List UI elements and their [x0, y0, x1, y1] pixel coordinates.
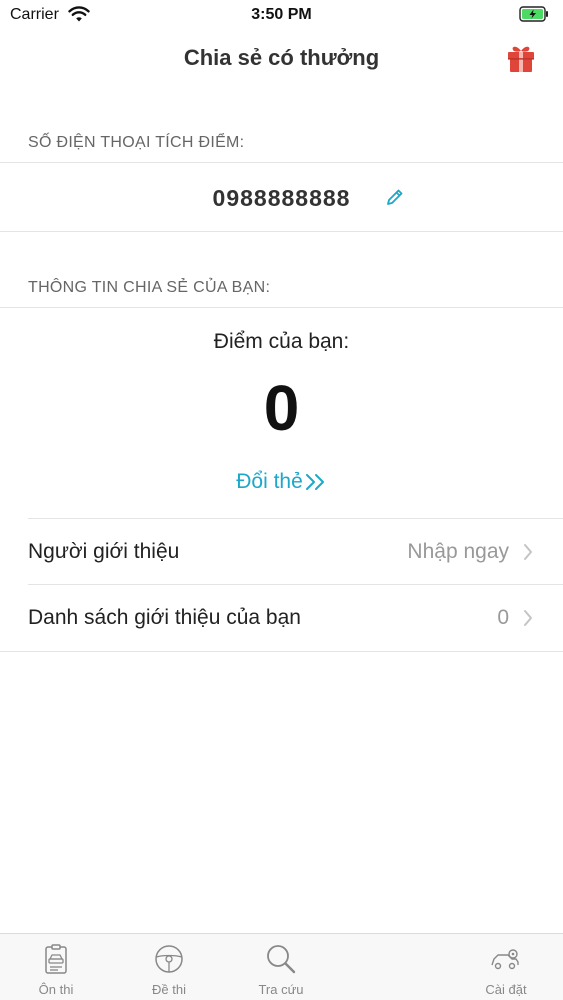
phone-section-header: SỐ ĐIỆN THOẠI TÍCH ĐIỂM: [28, 134, 245, 151]
chevron-right-icon [524, 544, 532, 560]
phone-row: 0988888888 [0, 163, 563, 231]
share-section-header: THÔNG TIN CHIA SẺ CỦA BẠN: [28, 279, 271, 296]
divider [0, 651, 563, 652]
referral-list-label: Danh sách giới thiệu của bạn [28, 606, 301, 629]
referrer-label: Người giới thiệu [28, 540, 180, 563]
navigation-bar: Chia sẻ có thưởng [0, 30, 563, 86]
steering-wheel-icon [155, 945, 183, 973]
tab-label: Đề thi [152, 982, 186, 997]
points-value: 0 [263, 372, 300, 444]
tab-bar: Ôn thi Đề thi Tra cứu Cài đặt [0, 933, 563, 1000]
divider [0, 307, 563, 308]
tab-label: Cài đặt [485, 982, 527, 997]
status-bar: Carrier 3:50 PM [0, 0, 563, 30]
tab-cai-dat[interactable]: Cài đặt [466, 934, 546, 1000]
tab-on-thi[interactable]: Ôn thi [16, 934, 96, 1000]
tab-label: Ôn thi [38, 982, 74, 997]
phone-number: 0988888888 [212, 185, 351, 211]
page-title: Chia sẻ có thưởng [183, 45, 380, 70]
tab-label: Tra cứu [258, 982, 304, 997]
car-settings-icon [491, 949, 519, 970]
search-icon [267, 945, 296, 974]
referrer-value: Nhập ngay [407, 540, 509, 563]
redeem-card-link[interactable]: Đổi thẻ [0, 470, 563, 494]
points-label: Điểm của bạn: [213, 330, 350, 353]
redeem-card-label: Đổi thẻ [236, 470, 303, 493]
double-chevron-right-icon [305, 474, 324, 491]
clock: 3:50 PM [251, 6, 312, 23]
referral-list-count: 0 [497, 606, 509, 629]
battery-charging-icon [519, 6, 548, 22]
referrer-row[interactable]: Người giới thiệu Nhập ngay [0, 519, 563, 585]
clipboard-car-icon [45, 944, 67, 974]
gift-icon[interactable] [503, 40, 539, 76]
divider [0, 231, 563, 232]
chevron-right-icon [524, 610, 532, 626]
referral-list-row[interactable]: Danh sách giới thiệu của bạn 0 [0, 585, 563, 651]
tab-tra-cuu[interactable]: Tra cứu [241, 934, 321, 1000]
tab-de-thi[interactable]: Đề thi [129, 934, 209, 1000]
pencil-icon[interactable] [385, 187, 405, 207]
